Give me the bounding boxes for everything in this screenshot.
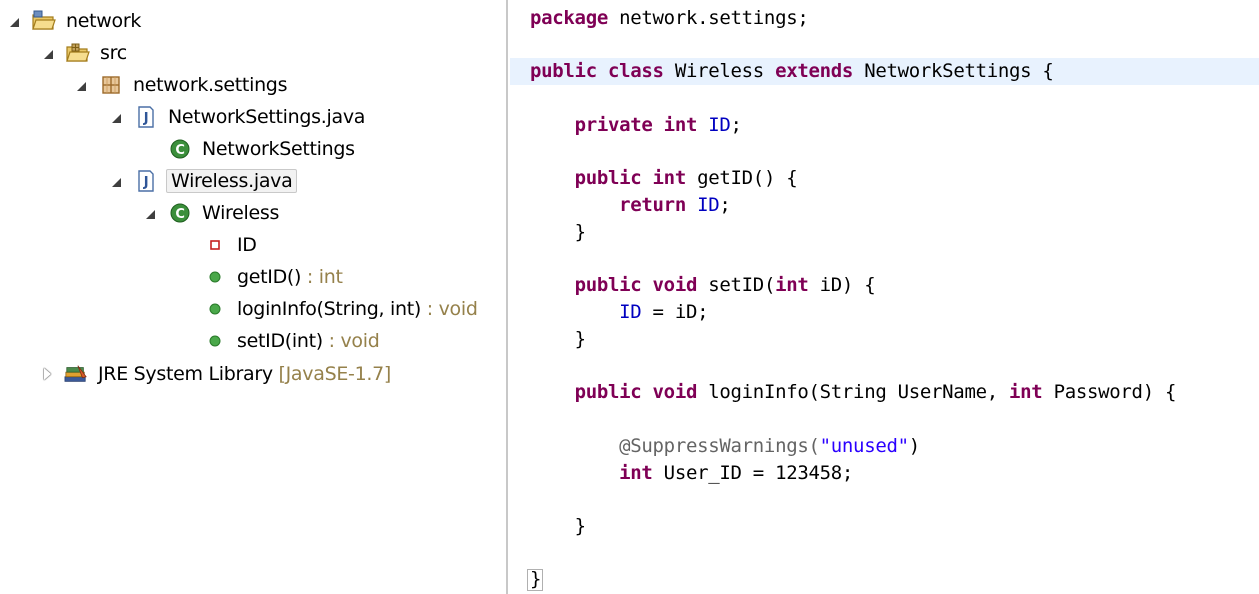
expand-arrow-icon[interactable] <box>8 14 22 28</box>
method-name: loginInfo(String, int) <box>237 298 422 320</box>
tree-item-method-getid[interactable]: getID() : int <box>179 262 345 292</box>
method-return-type: : void <box>322 330 380 352</box>
tree-item-class-networksettings[interactable]: C NetworkSettings <box>144 134 357 164</box>
expand-arrow-icon[interactable] <box>144 206 158 220</box>
tree-item-label: NetworkSettings <box>202 138 355 160</box>
expand-arrow-icon[interactable] <box>110 174 124 188</box>
code-line-getid-decl: public int getID() { <box>574 167 798 189</box>
svg-text:J: J <box>143 175 149 190</box>
tree-item-method-logininfo[interactable]: loginInfo(String, int) : void <box>179 294 480 324</box>
method-name: getID() <box>237 266 302 288</box>
class-icon: C <box>168 201 192 225</box>
tree-item-label: ID <box>237 234 257 256</box>
tree-item-label: network <box>66 10 142 32</box>
tree-item-label: network.settings <box>133 74 288 96</box>
library-icon <box>64 362 88 386</box>
tree-item-method-setid[interactable]: setID(int) : void <box>179 326 381 356</box>
code-line-logininfo-close: } <box>574 515 586 537</box>
code-line-getid-return: return ID; <box>619 194 731 216</box>
collapse-arrow-icon[interactable] <box>40 367 54 381</box>
tree-item-label: setID(int) : void <box>235 330 381 352</box>
tree-item-label: Wireless <box>202 202 280 224</box>
code-line-local-var: int User_ID = 123458; <box>619 462 854 484</box>
tree-item-label: JRE System Library [JavaSE-1.7] <box>96 363 393 385</box>
java-file-icon: J <box>134 169 158 193</box>
tree-item-jre-library[interactable]: JRE System Library [JavaSE-1.7] <box>40 359 393 389</box>
code-line-field: private int ID; <box>574 114 742 136</box>
class-icon: C <box>168 137 192 161</box>
private-field-icon <box>203 233 227 257</box>
svg-text:C: C <box>175 143 184 158</box>
source-folder-icon <box>66 41 90 65</box>
method-name: setID(int) <box>237 330 323 352</box>
library-version: [JavaSE-1.7] <box>272 363 392 385</box>
tree-item-file-wireless[interactable]: J Wireless.java <box>110 166 298 196</box>
tree-item-project[interactable]: network <box>8 6 143 36</box>
expand-arrow-icon[interactable] <box>110 110 124 124</box>
tree-item-field-id[interactable]: ID <box>179 230 259 260</box>
library-name: JRE System Library <box>98 363 273 385</box>
expand-arrow-icon[interactable] <box>75 78 89 92</box>
method-return-type: : int <box>301 266 343 288</box>
java-editor[interactable]: package network.settings; public class W… <box>510 0 1259 594</box>
tree-item-label: loginInfo(String, int) : void <box>235 298 480 320</box>
method-return-type: : void <box>421 298 478 320</box>
svg-text:C: C <box>175 207 184 222</box>
package-icon <box>99 73 123 97</box>
expand-arrow-icon[interactable] <box>42 46 56 60</box>
svg-text:J: J <box>143 111 149 126</box>
tree-item-label: getID() : int <box>235 266 345 288</box>
code-line-annotation: @SuppressWarnings("unused") <box>619 435 920 457</box>
code-line-class-close: } <box>530 568 542 590</box>
code-line-logininfo-decl: public void loginInfo(String UserName, i… <box>574 381 1177 403</box>
code-line-setid-assign: ID = iD; <box>619 301 709 323</box>
view-divider[interactable] <box>506 0 508 594</box>
code-line-package: package network.settings; <box>530 7 809 29</box>
public-method-icon <box>203 329 227 353</box>
public-method-icon <box>203 265 227 289</box>
tree-item-class-wireless[interactable]: C Wireless <box>144 198 281 228</box>
tree-item-label: src <box>100 42 127 64</box>
code-line-class-decl: public class Wireless extends NetworkSet… <box>510 58 1259 85</box>
tree-item-label: Wireless.java <box>166 169 298 193</box>
project-folder-icon <box>32 9 56 33</box>
tree-item-file-networksettings[interactable]: J NetworkSettings.java <box>110 102 367 132</box>
code-line-setid-decl: public void setID(int iD) { <box>574 274 876 296</box>
package-explorer: network src network.settings J NetworkSe… <box>0 0 505 594</box>
code-line-getid-close: } <box>574 221 586 243</box>
java-file-icon: J <box>134 105 158 129</box>
tree-item-label: NetworkSettings.java <box>168 106 366 128</box>
tree-item-package[interactable]: network.settings <box>75 70 289 100</box>
tree-item-src[interactable]: src <box>42 38 129 68</box>
code-line-setid-close: } <box>574 328 586 350</box>
public-method-icon <box>203 297 227 321</box>
